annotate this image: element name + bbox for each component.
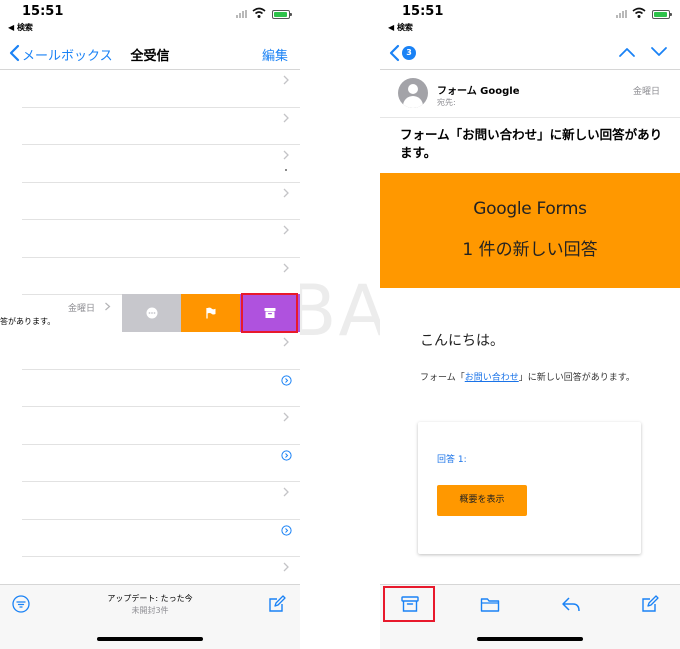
list-item[interactable] (0, 108, 300, 145)
wifi-icon (632, 7, 646, 18)
unread-badge[interactable]: 3 (402, 46, 416, 60)
update-status: アップデート: たった今 (107, 594, 193, 603)
mailbox-list-screen: 15:51 ◀ 検索 メールボックス 全受信 編集 金曜日 答があります。 アッ… (0, 0, 300, 649)
response-label: 回答 1: (437, 455, 467, 465)
msg-before: フォーム「 (420, 373, 465, 383)
chevron-right-icon (283, 150, 289, 160)
signal-icon (236, 10, 248, 18)
google-forms-logo: Google Forms (380, 199, 680, 219)
greeting: こんにちは。 (420, 333, 504, 349)
message-subject: フォーム「お問い合わせ」に新しい回答があります。 (400, 127, 663, 160)
message-day: 金曜日 (68, 304, 96, 314)
dot (285, 169, 287, 171)
chevron-right-icon (283, 337, 289, 347)
chevron-right-icon (283, 225, 289, 235)
chevron-right-icon (283, 75, 289, 85)
avatar (398, 78, 428, 108)
wifi-icon (252, 7, 266, 18)
list-item[interactable] (0, 183, 300, 220)
home-indicator (477, 637, 583, 641)
info-circle-icon[interactable] (281, 449, 292, 461)
list-item[interactable] (0, 258, 300, 295)
list-item[interactable] (0, 520, 300, 557)
unread-count: 未開封3件 (131, 606, 169, 615)
logo-forms: Forms (536, 199, 587, 219)
nav-bar: メールボックス 全受信 編集 (0, 36, 300, 70)
sender-name[interactable]: フォーム Google (437, 82, 520, 97)
message-detail-screen: 15:51 ◀ 検索 3 フォーム Google 宛先: 金曜日 フォーム「お問… (380, 0, 680, 649)
list-item[interactable] (0, 332, 300, 370)
list-item[interactable] (0, 482, 300, 520)
chevron-right-icon (283, 562, 289, 572)
list-item[interactable] (0, 407, 300, 445)
archive-highlight-box (383, 586, 435, 622)
archive-highlight-box (241, 293, 298, 333)
battery-icon (272, 10, 292, 19)
nav-bar: 3 (380, 36, 680, 70)
message-preview: 答があります。 (0, 317, 56, 326)
list-item[interactable] (0, 370, 300, 407)
message-day: 金曜日 (632, 87, 660, 97)
status-bar: 15:51 ◀ 検索 (380, 0, 680, 36)
response-card: 回答 1: 概要を表示 (418, 422, 641, 554)
edit-button[interactable]: 編集 (262, 45, 288, 64)
more-action-button[interactable] (122, 294, 181, 332)
chevron-right-icon (283, 487, 289, 497)
list-item[interactable] (0, 70, 300, 108)
forms-banner: Google Forms 1 件の新しい回答 (380, 173, 680, 288)
folder-icon[interactable] (480, 595, 500, 613)
list-item[interactable] (0, 145, 300, 183)
page-title: 全受信 (130, 49, 170, 64)
info-circle-icon[interactable] (281, 374, 292, 386)
chevron-right-icon (283, 263, 289, 272)
list-item[interactable] (0, 445, 300, 482)
chevron-right-icon (283, 188, 289, 197)
reply-icon[interactable] (561, 595, 581, 613)
status-time: 15:51 (22, 4, 64, 19)
status-time: 15:51 (402, 4, 444, 19)
logo-google: Google (473, 199, 532, 219)
home-indicator (97, 637, 203, 641)
flag-action-button[interactable] (181, 294, 240, 332)
chevron-right-icon (283, 412, 289, 422)
signal-icon (616, 10, 628, 18)
list-item[interactable] (0, 220, 300, 258)
status-bar: 15:51 ◀ 検索 (0, 0, 300, 36)
message-body: フォーム「お問い合わせ」に新しい回答があります。 (420, 370, 645, 386)
back-to-app[interactable]: ◀ 検索 (8, 22, 33, 33)
view-summary-button[interactable]: 概要を表示 (437, 485, 527, 516)
chevron-right-icon (105, 302, 111, 311)
compose-icon[interactable] (268, 595, 286, 613)
chevron-up-icon[interactable] (618, 46, 636, 58)
chevron-right-icon (283, 113, 289, 122)
compose-icon[interactable] (640, 595, 660, 613)
form-link[interactable]: お問い合わせ (465, 373, 519, 383)
chevron-left-icon[interactable] (388, 44, 402, 62)
recipient-label: 宛先: (437, 98, 456, 107)
battery-icon (652, 10, 672, 19)
msg-after: 」に新しい回答があります。 (518, 373, 635, 383)
message-header: フォーム Google 宛先: 金曜日 (380, 70, 680, 118)
ellipsis-circle-icon (146, 307, 157, 319)
banner-headline: 1 件の新しい回答 (462, 240, 598, 260)
flag-icon (205, 307, 215, 319)
back-to-app[interactable]: ◀ 検索 (388, 22, 413, 33)
bottom-toolbar: アップデート: たった今 未開封3件 (0, 584, 300, 649)
chevron-down-icon[interactable] (650, 46, 668, 58)
info-circle-icon[interactable] (281, 524, 292, 536)
